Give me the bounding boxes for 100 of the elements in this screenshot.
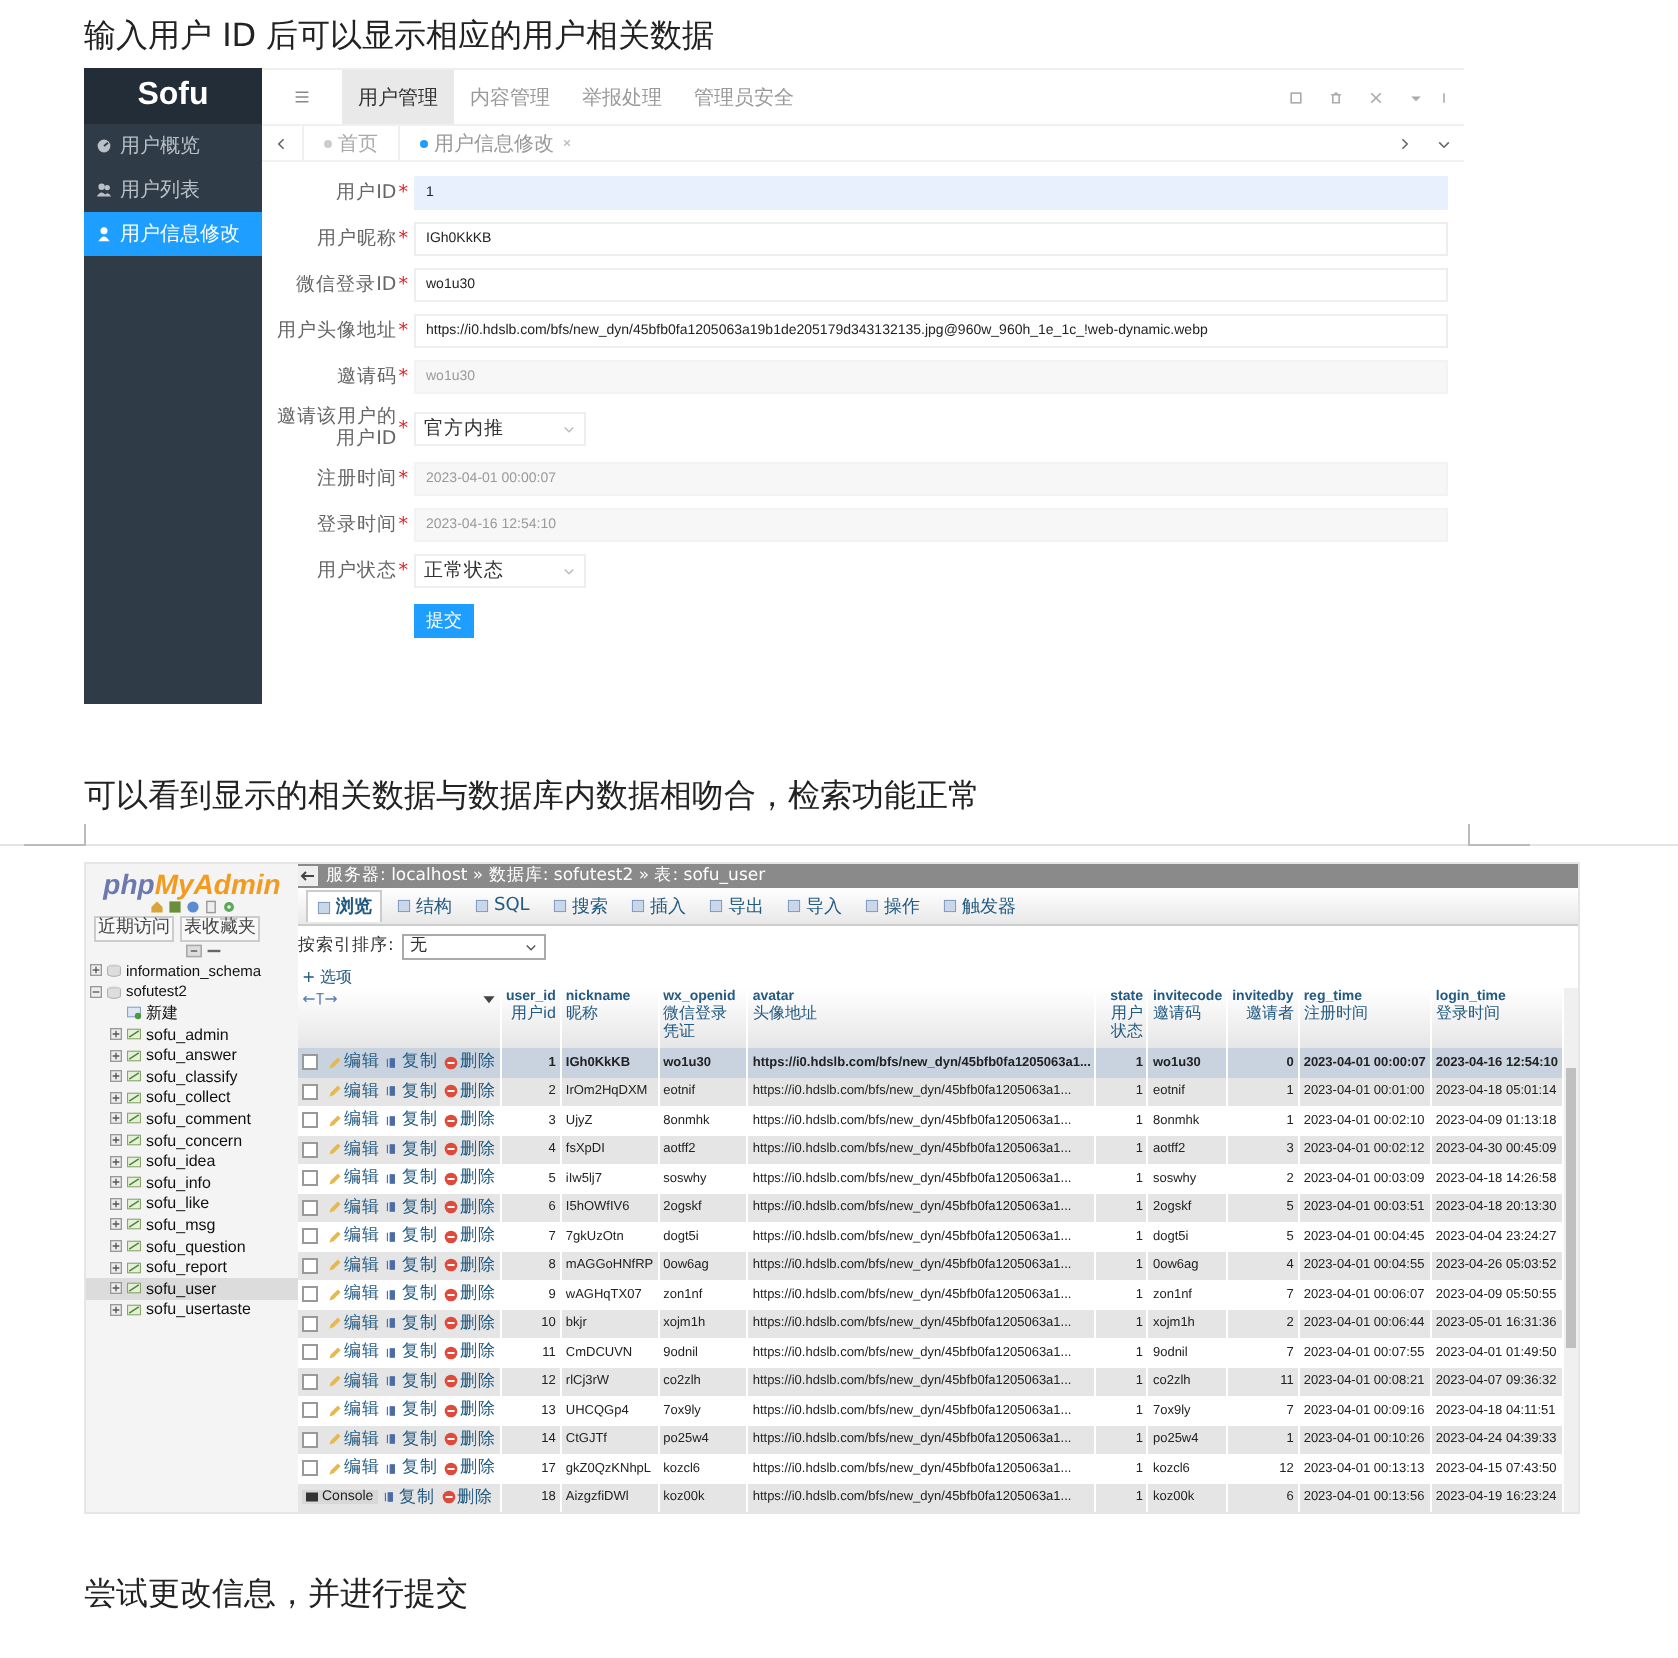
chevron-right-icon[interactable] (1396, 135, 1412, 151)
tab[interactable]: 导出 (699, 891, 772, 921)
edit-link[interactable]: 编辑 (328, 1224, 380, 1249)
tab[interactable]: 结构 (388, 891, 460, 921)
options-link[interactable]: + 选项 (302, 968, 353, 988)
delete-link[interactable]: 删除 (444, 1398, 496, 1423)
sort-select[interactable]: 无 (401, 933, 546, 959)
delete-link[interactable]: 删除 (444, 1050, 496, 1075)
copy-link[interactable]: 复制 (386, 1079, 438, 1104)
delete-link[interactable]: 删除 (444, 1340, 496, 1365)
tree-item[interactable]: sofu_question (86, 1235, 298, 1257)
close-icon[interactable] (560, 136, 574, 150)
menu-icon[interactable] (294, 90, 310, 104)
row-checkbox[interactable] (302, 1170, 318, 1187)
delete-link[interactable]: 删除 (444, 1253, 496, 1278)
delete-link[interactable]: 删除 (444, 1079, 496, 1104)
copy-link[interactable]: 复制 (386, 1340, 438, 1365)
edit-link[interactable]: 编辑 (328, 1253, 380, 1278)
document-icon[interactable] (203, 900, 217, 914)
edit-link[interactable]: 编辑 (328, 1311, 380, 1336)
row-checkbox[interactable] (302, 1257, 318, 1274)
delete-link[interactable]: 删除 (441, 1485, 494, 1510)
delete-link[interactable]: 删除 (444, 1224, 496, 1249)
panel-button[interactable]: 表收藏夹 (180, 916, 260, 942)
tree-item[interactable]: sofu_classify (86, 1065, 298, 1088)
edit-link[interactable]: 编辑 (328, 1195, 380, 1220)
copy-link[interactable]: 复制 (386, 1050, 438, 1075)
tree-item[interactable]: sofu_answer (86, 1044, 298, 1066)
tree-item[interactable]: sofu_idea (86, 1150, 298, 1172)
row-checkbox[interactable] (302, 1460, 318, 1477)
gear-icon[interactable] (221, 900, 235, 914)
copy-link[interactable]: 复制 (386, 1398, 438, 1423)
edit-link[interactable]: 编辑 (328, 1369, 380, 1394)
row-checkbox[interactable] (302, 1344, 318, 1361)
tab[interactable]: SQL (466, 894, 538, 918)
tab[interactable]: 导入 (777, 891, 850, 921)
sidebar-item[interactable]: 用户列表 (84, 168, 262, 212)
tree-item[interactable]: sofu_report (86, 1256, 298, 1278)
copy-link[interactable]: 复制 (386, 1195, 438, 1220)
delete-link[interactable]: 删除 (444, 1282, 496, 1307)
edit-link[interactable]: 编辑 (328, 1137, 380, 1162)
copy-link[interactable]: 复制 (386, 1311, 438, 1336)
expand-icon[interactable] (1368, 89, 1384, 105)
row-checkbox[interactable] (302, 1228, 318, 1245)
delete-link[interactable]: 删除 (444, 1137, 496, 1162)
edit-link[interactable]: 编辑 (328, 1282, 380, 1307)
edit-link[interactable]: 编辑 (328, 1079, 380, 1104)
copy-link[interactable]: 复制 (386, 1224, 438, 1249)
square-icon[interactable] (1288, 89, 1304, 105)
sidebar-item[interactable]: 用户概览 (84, 124, 262, 168)
row-checkbox[interactable] (302, 1402, 318, 1419)
tab[interactable]: 搜索 (543, 891, 616, 921)
row-checkbox[interactable] (302, 1141, 318, 1158)
copy-link[interactable]: 复制 (386, 1137, 438, 1162)
chevron-left-icon[interactable] (274, 135, 290, 151)
edit-link[interactable]: 编辑 (328, 1050, 380, 1075)
panel-button[interactable]: 近期访问 (94, 916, 174, 942)
delete-link[interactable]: 删除 (444, 1311, 496, 1336)
row-checkbox[interactable] (302, 1286, 318, 1303)
edit-link[interactable]: 编辑 (328, 1166, 380, 1191)
row-checkbox[interactable] (302, 1054, 318, 1071)
copy-link[interactable]: 复制 (386, 1282, 438, 1307)
delete-link[interactable]: 删除 (444, 1369, 496, 1394)
edit-link[interactable]: 编辑 (328, 1340, 380, 1365)
tab[interactable]: 插入 (621, 891, 694, 921)
tree-item[interactable]: 新建 (86, 1002, 298, 1024)
tree-item[interactable]: sofu_msg (86, 1214, 298, 1236)
tree-item[interactable]: sofu_usertaste (86, 1299, 298, 1321)
tree-item[interactable]: sofu_comment (86, 1108, 298, 1130)
arrow-left-icon[interactable] (298, 866, 318, 886)
edit-link[interactable]: 编辑 (328, 1398, 380, 1423)
row-checkbox[interactable] (302, 1373, 318, 1390)
row-checkbox[interactable] (302, 1431, 318, 1448)
row-checkbox[interactable] (302, 1083, 318, 1100)
tree-item[interactable]: sofu_like (86, 1193, 298, 1215)
nav-tab[interactable]: 用户管理 (342, 70, 454, 124)
tree-item[interactable]: sofu_admin (86, 1023, 298, 1045)
edit-link[interactable]: 编辑 (328, 1427, 380, 1452)
delete-link[interactable]: 删除 (444, 1108, 496, 1133)
copy-link[interactable]: 复制 (386, 1456, 438, 1481)
tab[interactable]: 操作 (855, 891, 928, 921)
row-checkbox[interactable] (302, 1315, 318, 1332)
row-checkbox[interactable] (302, 1199, 318, 1216)
edit-link[interactable]: 编辑 (328, 1456, 380, 1481)
tab[interactable]: 触发器 (933, 891, 1024, 921)
grid-icon[interactable] (167, 900, 181, 914)
row-checkbox[interactable] (302, 1112, 318, 1129)
delete-link[interactable]: 删除 (444, 1427, 496, 1452)
trash-icon[interactable] (1328, 89, 1344, 105)
tree-item[interactable]: sofu_concern (86, 1129, 298, 1151)
select-field[interactable]: 官方内推 (414, 411, 586, 445)
tree-item[interactable]: sofu_user (86, 1277, 298, 1299)
sort-caret-icon[interactable] (482, 992, 496, 1006)
copy-link[interactable]: 复制 (386, 1253, 438, 1278)
copy-link[interactable]: 复制 (386, 1108, 438, 1133)
collapse-icon[interactable] (186, 944, 202, 958)
copy-link[interactable]: 复制 (386, 1166, 438, 1191)
tree-item[interactable]: sofu_info (86, 1171, 298, 1194)
tab[interactable]: 浏览 (306, 890, 382, 922)
copy-link[interactable]: 复制 (386, 1427, 438, 1452)
